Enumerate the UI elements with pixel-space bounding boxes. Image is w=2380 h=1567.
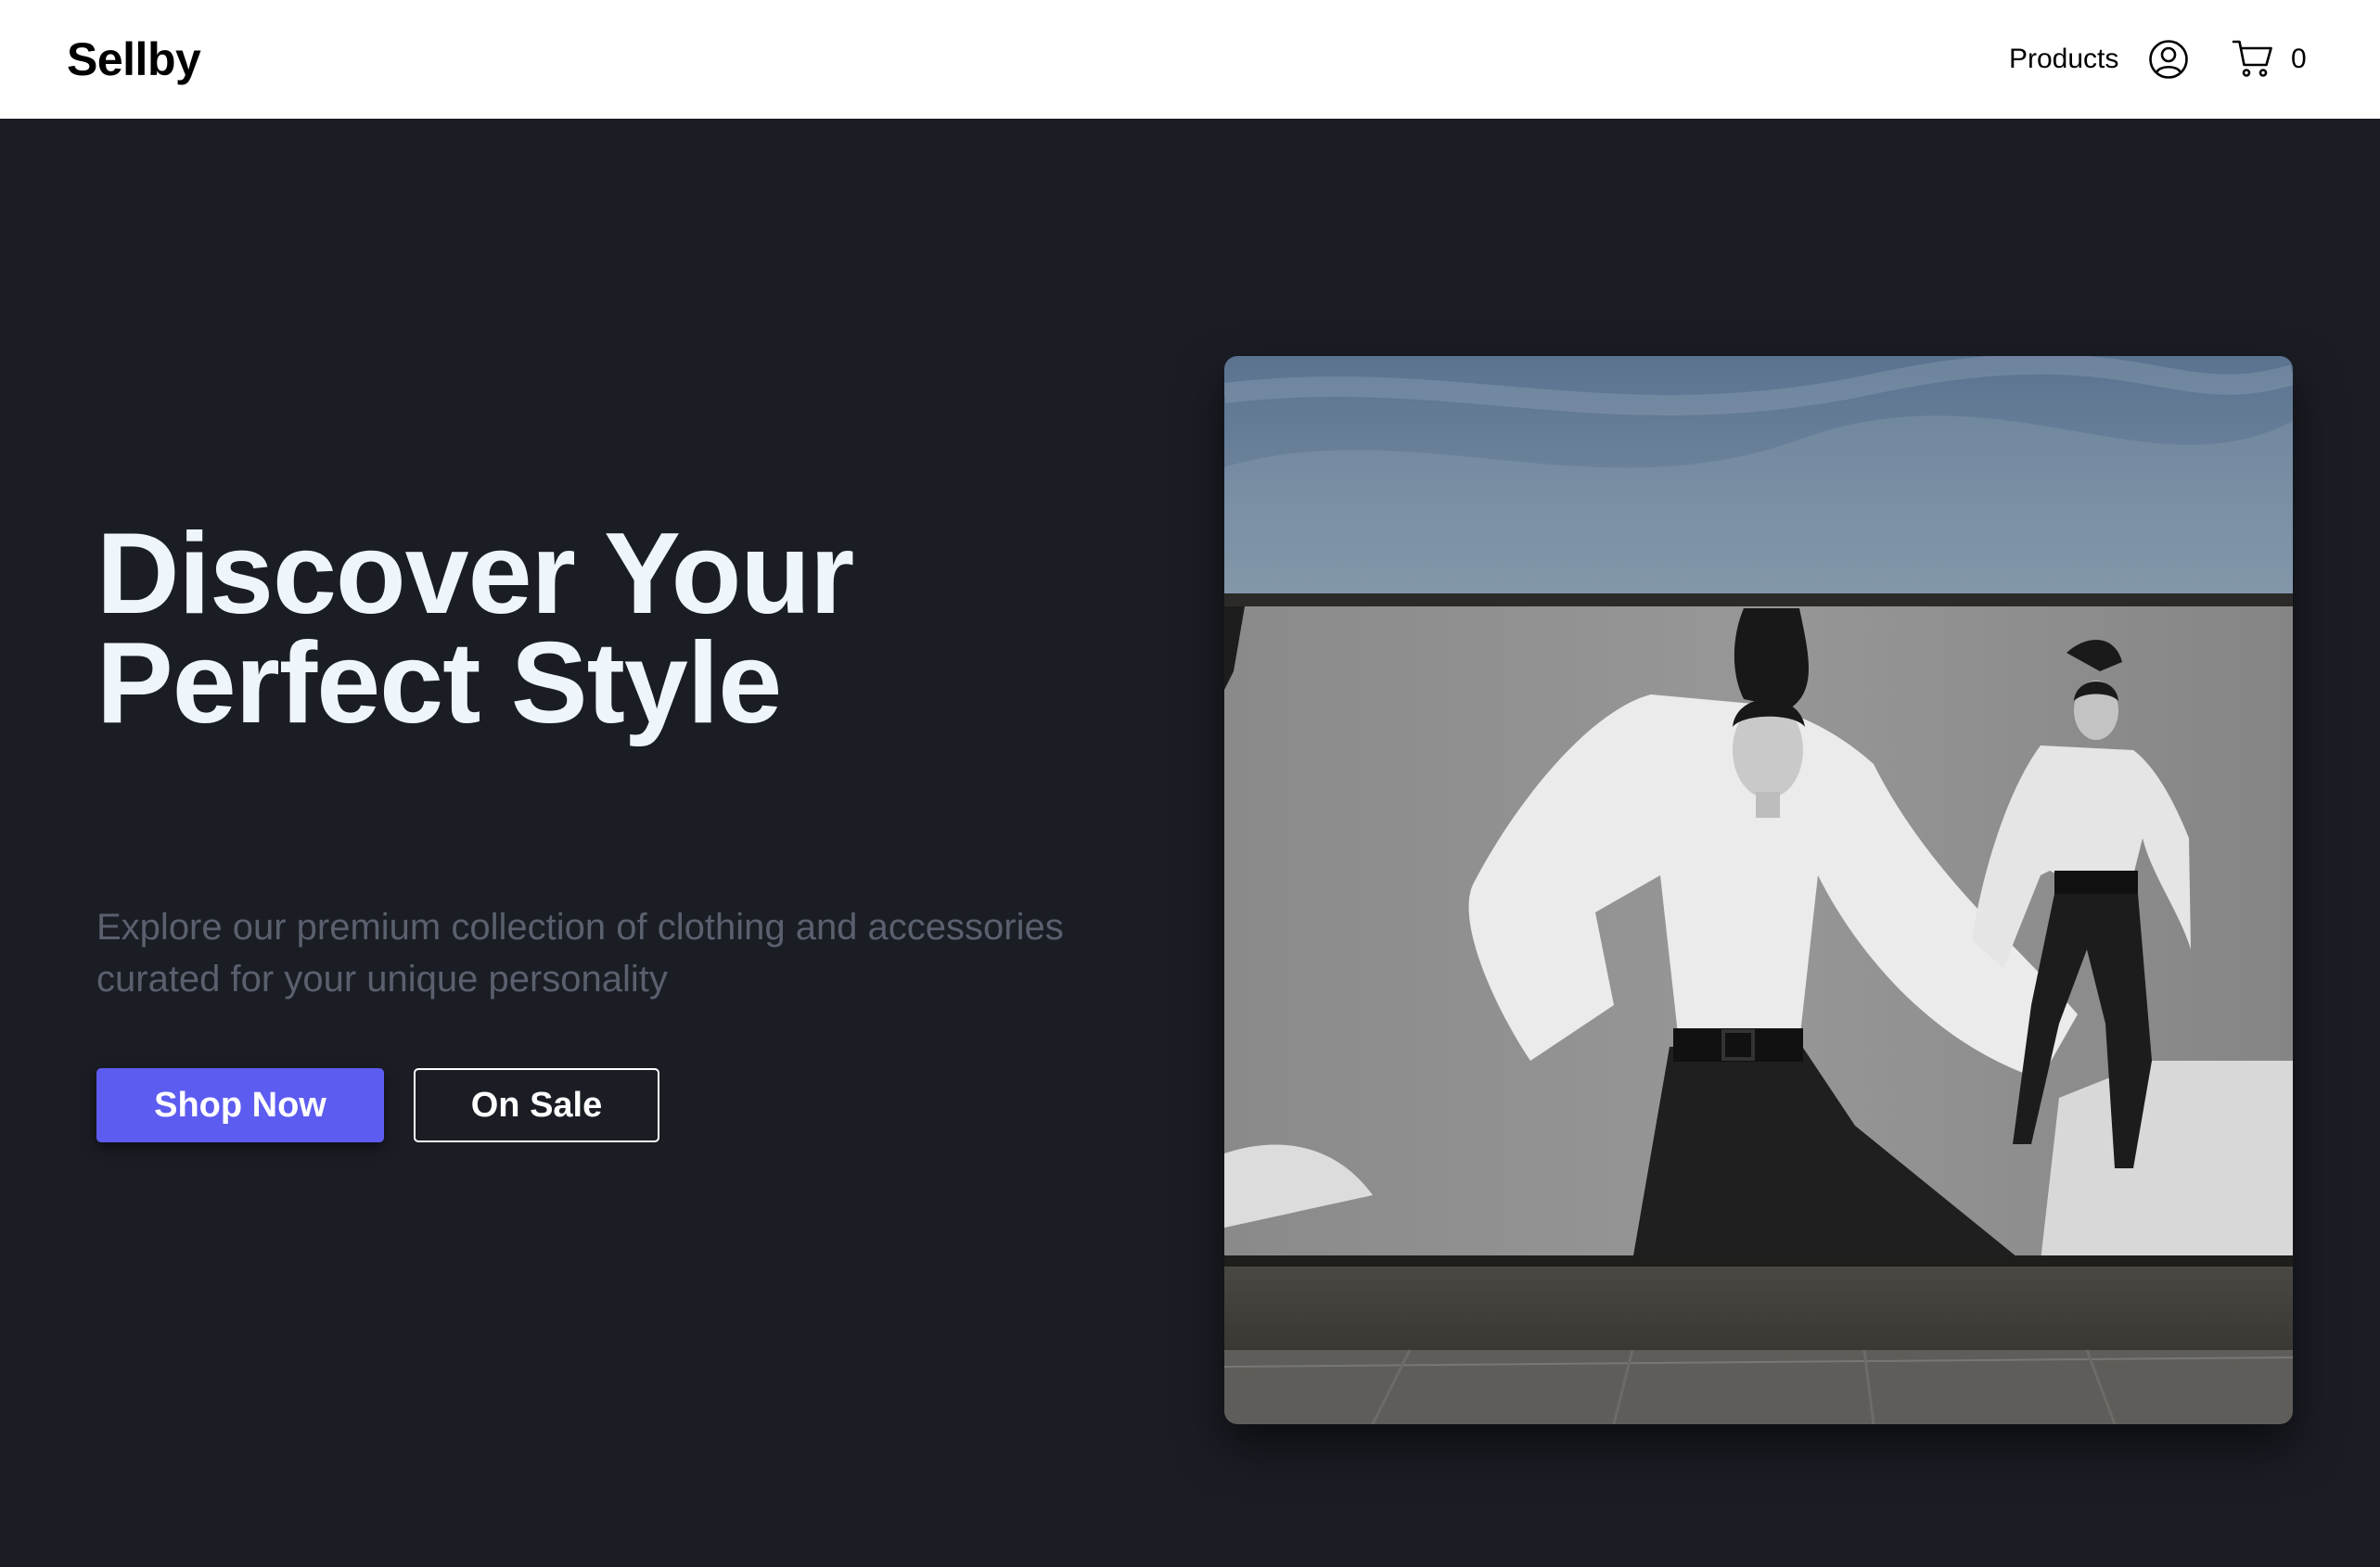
user-circle-icon[interactable] [2148,39,2189,80]
on-sale-button[interactable]: On Sale [414,1068,659,1142]
site-header: Sellby Products 0 [0,0,2380,119]
brand-logo[interactable]: Sellby [67,32,201,87]
hero-title-line-2: Perfect Style [96,619,782,747]
hero-subtitle-line-1: Explore our premium collection of clothi… [96,907,1064,948]
nav-link-products[interactable]: Products [2009,41,2118,78]
shop-now-button[interactable]: Shop Now [96,1068,384,1142]
shopping-cart-icon[interactable] [2232,37,2274,80]
hero-image [1224,356,2293,1424]
hero-title: Discover Your Perfect Style [96,516,1172,741]
cart-count-badge[interactable]: 0 [2291,41,2307,78]
hero-subtitle-line-2: curated for your unique personality [96,959,668,1000]
hero-subtitle: Explore our premium collection of clothi… [96,901,1191,1005]
